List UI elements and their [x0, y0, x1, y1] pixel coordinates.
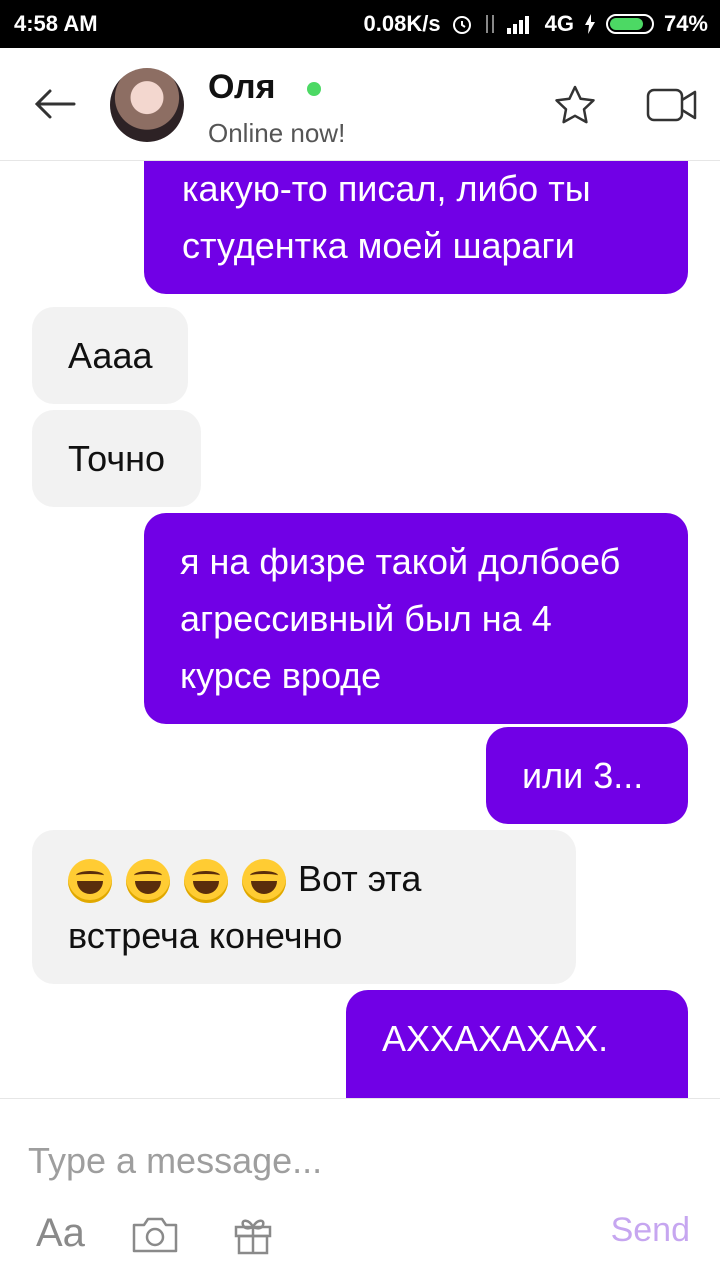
grin-tears-emoji-icon	[68, 859, 112, 904]
send-button[interactable]: Send	[611, 1211, 690, 1250]
video-call-icon[interactable]	[646, 88, 698, 127]
chat-header: Оля Online now!	[0, 48, 720, 161]
data-arrows-icon	[483, 13, 497, 35]
back-arrow-icon[interactable]	[30, 84, 80, 124]
signal-icon	[506, 14, 535, 34]
net-speed: 0.08K/s	[363, 11, 441, 36]
outgoing-message[interactable]: я на физре такой долбоеб агрессивный был…	[144, 513, 688, 724]
outgoing-message[interactable]: или 3...	[486, 727, 688, 824]
status-bar: 4:58 AM 0.08K/s 4G 74%	[0, 0, 720, 48]
text-format-button[interactable]: Aa	[36, 1211, 85, 1256]
alarm-icon	[451, 13, 473, 35]
contact-name[interactable]: Оля	[208, 68, 275, 107]
online-indicator	[307, 82, 321, 96]
battery-percent: 74%	[663, 11, 708, 36]
incoming-message[interactable]: Точно	[32, 410, 202, 507]
status-right-group: 0.08K/s 4G 74%	[364, 11, 708, 37]
incoming-message[interactable]: Вот эта встреча конечно	[32, 830, 576, 984]
gift-icon[interactable]	[233, 1213, 273, 1260]
emoji-group	[68, 859, 286, 904]
camera-icon[interactable]	[130, 1215, 180, 1260]
grin-tears-emoji-icon	[242, 859, 286, 904]
message-composer: Aa Send	[0, 1098, 720, 1281]
message-input[interactable]	[28, 1139, 688, 1183]
outgoing-message[interactable]: АХХАХАХАХ.	[346, 990, 688, 1098]
grin-tears-emoji-icon	[126, 859, 170, 904]
grin-tears-emoji-icon	[184, 859, 228, 904]
network-type: 4G	[544, 11, 574, 36]
outgoing-message[interactable]: какую-то писал, либо ты студентка моей ш…	[144, 160, 688, 294]
presence-status: Online now!	[208, 118, 346, 148]
incoming-message[interactable]: Аааа	[32, 307, 189, 404]
status-time: 4:58 AM	[14, 11, 98, 36]
message-list[interactable]: какую-то писал, либо ты студентка моей ш…	[0, 160, 720, 1098]
charging-icon	[584, 14, 596, 34]
star-icon[interactable]	[553, 84, 597, 131]
battery-icon	[605, 14, 654, 34]
avatar[interactable]	[110, 68, 184, 142]
